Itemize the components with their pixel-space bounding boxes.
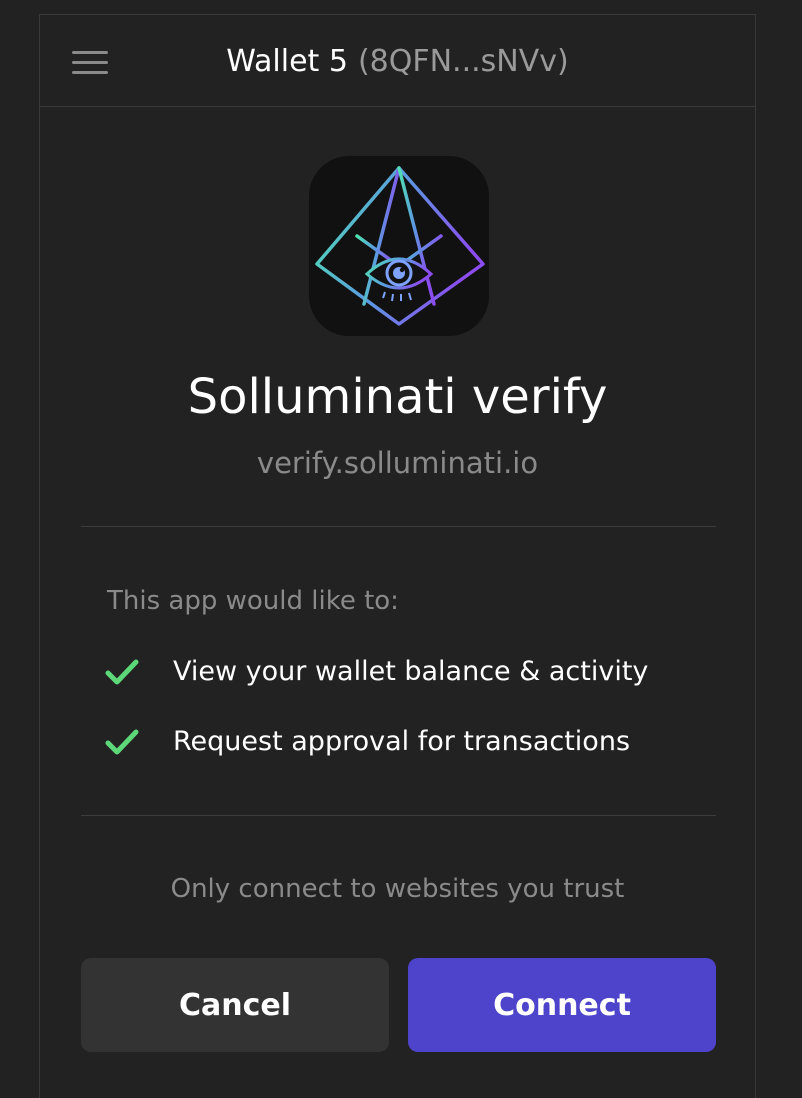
cancel-button[interactable]: Cancel [81, 958, 389, 1052]
permission-label: Request approval for transactions [173, 726, 631, 757]
check-icon [105, 729, 139, 755]
solluminati-logo-icon [309, 156, 489, 336]
app-name: Solluminati verify [187, 369, 608, 425]
divider-bottom [81, 815, 716, 816]
dialog-header: Wallet 5 (8QFN...sNVv) [40, 15, 755, 107]
app-url: verify.solluminati.io [256, 446, 539, 480]
divider-top [81, 526, 716, 527]
connect-dialog: Wallet 5 (8QFN...sNVv) Solluminati verif… [39, 14, 756, 1098]
permissions-heading: This app would like to: [107, 586, 399, 616]
wallet-title[interactable]: Wallet 5 (8QFN...sNVv) [40, 42, 755, 82]
trust-warning: Only connect to websites you trust [170, 874, 625, 904]
connect-button[interactable]: Connect [408, 958, 716, 1052]
permission-label: View your wallet balance & activity [173, 656, 649, 687]
wallet-address: (8QFN...sNVv) [357, 44, 569, 79]
check-icon [105, 659, 139, 685]
wallet-name: Wallet 5 [226, 44, 348, 79]
